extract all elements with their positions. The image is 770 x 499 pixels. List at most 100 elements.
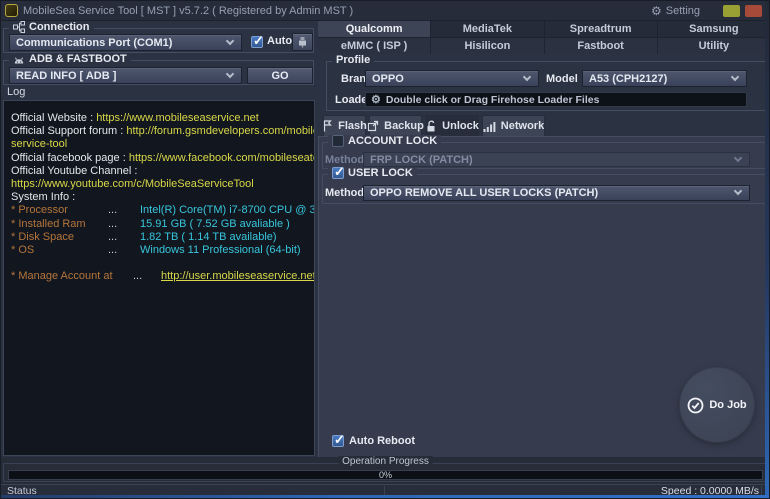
app-logo-icon (5, 4, 18, 17)
auto-checkbox[interactable] (251, 33, 264, 49)
title-bar: MobileSea Service Tool [ MST ] v5.7.2 ( … (1, 1, 769, 21)
connector-icon (299, 37, 306, 48)
progress-bar: 0% (8, 470, 763, 480)
adb-action-value: READ INFO [ ADB ] (16, 69, 117, 82)
android-icon (14, 57, 24, 63)
port-dropdown[interactable]: Communications Port (COM1) (9, 34, 242, 51)
operation-progress-label: Operation Progress (338, 456, 433, 467)
gears-icon: ⚙ (371, 94, 381, 106)
tab-label: Network (500, 120, 545, 132)
port-dropdown-value: Communications Port (COM1) (16, 36, 173, 49)
user-method-value: OPPO REMOVE ALL USER LOCKS (PATCH) (370, 187, 599, 199)
log-link[interactable]: http://forum.gsmdevelopers.com/mobilesea… (126, 125, 314, 137)
window-edge-glow (1, 495, 769, 498)
log-line: * Manage Account at... http://user.mobile… (11, 270, 315, 283)
log-line: Official Support forum : http://forum.gs… (11, 125, 314, 138)
model-dropdown[interactable]: A53 (CPH2127) (582, 70, 747, 87)
log-group-label: Log (7, 86, 26, 98)
vendor-tab-grid: Qualcomm MediaTek Spreadtrum Samsung eMMC ( … (318, 21, 769, 54)
vendor-tab-emmc-isp[interactable]: eMMC ( ISP ) (318, 38, 431, 54)
connection-group: Connection Communications Port (COM1) Au… (3, 21, 314, 53)
backup-icon (367, 120, 379, 132)
unlock-icon (425, 120, 437, 132)
user-method-dropdown[interactable]: OPPO REMOVE ALL USER LOCKS (PATCH) (363, 185, 750, 201)
log-link[interactable]: https://www.youtube.com/c/MobileSeaServi… (11, 178, 254, 190)
window-title: MobileSea Service Tool [ MST ] v5.7.2 ( … (23, 5, 354, 17)
connection-icon (13, 21, 25, 33)
log-line: Official Website : https://www.mobilesea… (11, 112, 259, 124)
profile-group: Profile Brand OPPO Model A53 (CPH2127) L… (326, 54, 768, 111)
check-circle-icon (687, 397, 704, 413)
log-line: * OS... Windows 11 Professional (64-bit) (11, 244, 301, 257)
operation-progress-group: Operation Progress 0% (3, 456, 768, 482)
setting-button[interactable]: ⚙ Setting (651, 1, 700, 21)
brand-value: OPPO (372, 72, 404, 85)
user-lock-label: USER LOCK (348, 167, 413, 179)
log-link[interactable]: service-tool (11, 138, 67, 150)
tab-network[interactable]: Network (482, 115, 545, 136)
account-lock-label: ACCOUNT LOCK (348, 135, 438, 147)
log-link[interactable]: https://www.facebook.com/mobileseatool (129, 152, 314, 164)
model-value: A53 (CPH2127) (589, 72, 668, 85)
vendor-tab-utility[interactable]: Utility (657, 38, 769, 54)
vendor-tab-spreadtrum[interactable]: Spreadtrum (544, 21, 657, 37)
log-line: System Info : (11, 191, 76, 204)
log-link[interactable]: https://www.mobileseaservice.net (96, 112, 259, 124)
adb-group-label: ADB & FASTBOOT (29, 53, 127, 65)
chevron-down-icon (225, 36, 235, 45)
auto-reboot-checkbox[interactable] (332, 432, 345, 448)
log-line: https://www.youtube.com/c/MobileSeaServi… (11, 178, 307, 191)
log-line: * Processor... Intel(R) Core(TM) i7-8700 … (11, 204, 315, 217)
app-window: MobileSea Service Tool [ MST ] v5.7.2 ( … (0, 0, 770, 499)
window-edge-glow (765, 1, 769, 498)
tab-flash[interactable]: Flash (322, 115, 367, 136)
chevron-down-icon (225, 69, 235, 78)
tab-unlock[interactable]: Unlock (425, 115, 479, 136)
adb-action-dropdown[interactable]: READ INFO [ ADB ] (9, 67, 242, 84)
log-line: Official Youtube Channel : (11, 164, 138, 177)
account-method-value: FRP LOCK (PATCH) (370, 153, 473, 166)
tab-label: Backup (384, 120, 424, 132)
log-line: * Disk Space... 1.82 TB ( 1.14 TB availab… (11, 230, 277, 243)
vendor-tab-mediatek[interactable]: MediaTek (431, 21, 544, 37)
manage-account-link[interactable]: http://user.mobileseaservice.net (161, 270, 314, 283)
vendor-tab-hisilicon[interactable]: Hisilicon (431, 38, 544, 54)
flash-flag-icon (322, 120, 333, 132)
user-lock-checkbox[interactable] (332, 164, 345, 180)
chevron-down-icon (733, 186, 743, 196)
vendor-tab-samsung[interactable]: Samsung (657, 21, 769, 37)
brand-dropdown[interactable]: OPPO (365, 70, 539, 87)
rescan-port-button[interactable] (292, 33, 313, 51)
loader-drop-field[interactable]: ⚙ Double click or Drag Firehose Loader F… (365, 92, 747, 107)
log-line: service-tool (11, 138, 307, 151)
chevron-down-icon (733, 153, 743, 162)
profile-group-label: Profile (332, 54, 375, 66)
minimize-button[interactable] (723, 5, 740, 17)
user-method-label: Method (325, 187, 365, 199)
chevron-down-icon (730, 72, 740, 81)
progress-percent: 0% (378, 470, 392, 480)
tab-label: Flash (338, 120, 367, 132)
user-lock-group: USER LOCK Method OPPO REMOVE ALL USER LO… (322, 164, 766, 204)
close-button[interactable] (745, 5, 762, 17)
vendor-tab-qualcomm[interactable]: Qualcomm (318, 21, 431, 37)
auto-checkbox-label: Auto (267, 35, 293, 47)
tab-label: Unlock (442, 120, 479, 132)
log-line: * Installed Ram... 15.91 GB ( 7.52 GB ava… (11, 217, 290, 230)
account-method-dropdown: FRP LOCK (PATCH) (363, 152, 750, 167)
auto-reboot-label: Auto Reboot (349, 435, 415, 447)
gear-icon: ⚙ (651, 4, 662, 18)
log-output[interactable]: Official Website : https://www.mobilesea… (3, 100, 315, 456)
tab-backup[interactable]: Backup (367, 115, 424, 136)
chevron-down-icon (522, 72, 532, 81)
loader-placeholder: Double click or Drag Firehose Loader Fil… (385, 93, 600, 106)
adb-fastboot-group: ADB & FASTBOOT READ INFO [ ADB ] GO (3, 53, 314, 85)
go-button[interactable]: GO (247, 67, 313, 84)
network-icon (483, 121, 496, 132)
do-job-button[interactable]: Do Job (680, 368, 754, 442)
vendor-tab-fastboot[interactable]: Fastboot (544, 38, 657, 54)
account-lock-checkbox[interactable] (332, 135, 344, 147)
model-label: Model (546, 73, 578, 85)
account-lock-group: ACCOUNT LOCK Method FRP LOCK (PATCH) (322, 135, 766, 169)
